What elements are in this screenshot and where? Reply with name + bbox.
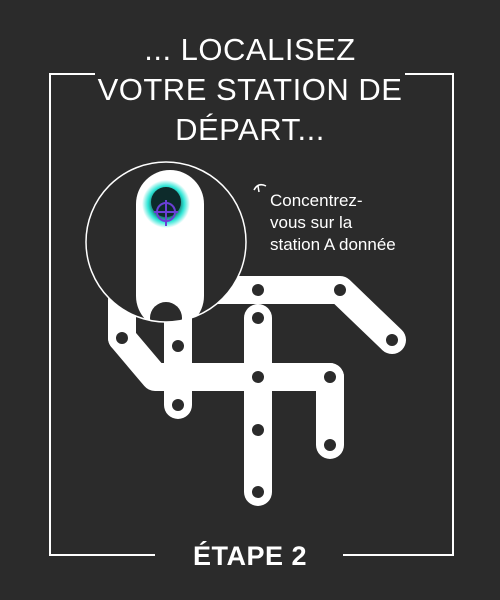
station [252, 284, 264, 296]
station [252, 312, 264, 324]
station [324, 439, 336, 451]
annotation-line: vous sur la [270, 213, 353, 232]
annotation-line: station A donnée [270, 235, 396, 254]
station [172, 340, 184, 352]
station [334, 284, 346, 296]
station [252, 371, 264, 383]
infographic-panel: ... LOCALISEZ VOTRE STATION DE DÉPART...… [0, 0, 500, 600]
station [252, 486, 264, 498]
title-line: VOTRE STATION DE [97, 72, 403, 107]
curved-arrow-tick [257, 185, 260, 193]
annotation-line: Concentrez- [270, 191, 363, 210]
title-line: DÉPART... [175, 112, 325, 147]
station [252, 424, 264, 436]
metro-line-diagonal [108, 324, 344, 391]
page-title: ... LOCALISEZ VOTRE STATION DE DÉPART... [0, 30, 500, 150]
curved-arrow-icon [253, 183, 267, 191]
title-line: ... LOCALISEZ [144, 32, 356, 67]
station [172, 399, 184, 411]
station [386, 334, 398, 346]
station [116, 332, 128, 344]
annotation-text: Concentrez- vous sur la station A donnée [270, 190, 470, 256]
station [324, 371, 336, 383]
step-label: ÉTAPE 2 [192, 541, 308, 571]
